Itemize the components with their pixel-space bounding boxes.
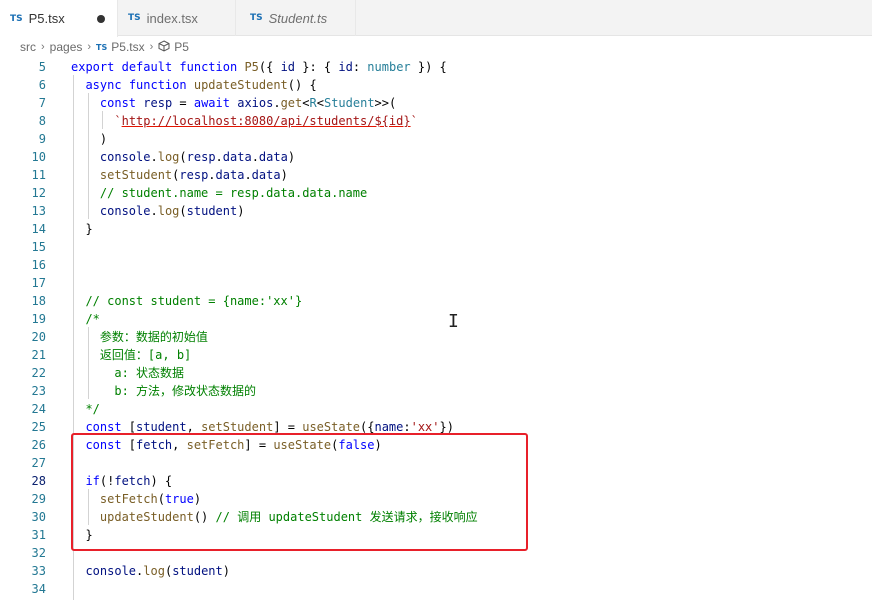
line-number: 32 [31, 546, 46, 560]
line-number: 11 [31, 168, 46, 182]
line-number: 21 [31, 348, 46, 362]
symbol-cube-icon [158, 39, 170, 55]
tab-label: P5.tsx [28, 11, 65, 26]
breadcrumb-item-src[interactable]: src [20, 40, 36, 54]
tab-label: Student.ts [268, 10, 328, 26]
line-number: 17 [31, 276, 46, 290]
line-number: 31 [31, 528, 46, 542]
code-text[interactable]: export default function P5({ id }: { id:… [71, 58, 447, 76]
code-line[interactable]: 9 ) [0, 130, 872, 148]
line-number: 9 [38, 132, 46, 146]
line-number: 10 [31, 150, 46, 164]
typescript-file-icon: TS [128, 13, 141, 23]
code-line[interactable]: 24 */ [0, 400, 872, 418]
highlight-annotation-box [71, 433, 528, 551]
chevron-right-icon: › [87, 41, 92, 53]
code-line[interactable]: 21 返回值：[a, b] [0, 346, 872, 364]
code-text[interactable]: setStudent(resp.data.data) [71, 166, 288, 184]
editor-tab-bar: TS P5.tsx TS index.tsx TS Student.ts [0, 0, 872, 37]
code-text[interactable]: async function updateStudent() { [71, 76, 316, 94]
code-line[interactable]: 11 setStudent(resp.data.data) [0, 166, 872, 184]
typescript-file-icon: TS [250, 13, 263, 23]
code-text[interactable]: b: 方法，修改状态数据的 [71, 382, 256, 400]
code-text[interactable]: } [71, 220, 92, 238]
code-line[interactable]: 18 // const student = {name:'xx'} [0, 292, 872, 310]
unsaved-dot-icon[interactable] [97, 14, 105, 23]
code-line[interactable]: 15 [0, 238, 872, 256]
tab-label: index.tsx [146, 10, 198, 26]
code-text[interactable]: // const student = {name:'xx'} [71, 292, 302, 310]
line-number: 33 [31, 564, 46, 578]
code-text[interactable]: const resp = await axios.get<R<Student>>… [71, 94, 396, 112]
code-line[interactable]: 5 export default function P5({ id }: { id… [0, 58, 872, 76]
code-line[interactable]: 14 } [0, 220, 872, 238]
breadcrumb-item-symbol[interactable]: P5 [174, 40, 189, 54]
line-number: 15 [31, 240, 46, 254]
breadcrumb-item-pages[interactable]: pages [50, 40, 83, 54]
chevron-right-icon: › [149, 41, 154, 53]
line-number: 25 [31, 420, 46, 434]
code-line[interactable]: 22 a: 状态数据 [0, 364, 872, 382]
code-line[interactable]: 19 /* [0, 310, 872, 328]
tab-student-ts[interactable]: TS Student.ts [236, 0, 356, 36]
code-text[interactable]: console.log(student) [71, 562, 230, 580]
tab-index-tsx[interactable]: TS index.tsx [118, 0, 236, 36]
breadcrumb-item-file[interactable]: P5.tsx [111, 40, 144, 54]
code-line[interactable]: 34 [0, 580, 872, 598]
code-line[interactable]: 23 b: 方法，修改状态数据的 [0, 382, 872, 400]
line-number: 5 [38, 60, 46, 74]
code-text[interactable]: 参数：数据的初始值 [71, 328, 208, 346]
line-number: 34 [31, 582, 46, 596]
line-number: 16 [31, 258, 46, 272]
line-number: 26 [31, 438, 46, 452]
line-number: 13 [31, 204, 46, 218]
code-line[interactable]: 12 // student.name = resp.data.data.name [0, 184, 872, 202]
line-number: 8 [38, 114, 46, 128]
code-text[interactable]: `http://localhost:8080/api/students/${id… [71, 112, 417, 130]
line-number: 19 [31, 312, 46, 326]
code-text[interactable]: */ [71, 400, 99, 418]
line-number: 14 [31, 222, 46, 236]
line-number: 18 [31, 294, 46, 308]
code-text[interactable]: ) [71, 130, 107, 148]
line-number: 24 [31, 402, 46, 416]
line-number: 6 [38, 78, 46, 92]
code-line[interactable]: 13 console.log(student) [0, 202, 872, 220]
tab-p5-tsx[interactable]: TS P5.tsx [0, 0, 118, 37]
breadcrumb: src › pages › TS P5.tsx › P5 [0, 37, 872, 57]
line-number: 28 [31, 474, 46, 488]
line-number: 30 [31, 510, 46, 524]
typescript-file-icon: TS [10, 13, 23, 24]
code-line[interactable]: 17 [0, 274, 872, 292]
line-number: 23 [31, 384, 46, 398]
code-line[interactable]: 7 const resp = await axios.get<R<Student… [0, 94, 872, 112]
code-line[interactable]: 8 `http://localhost:8080/api/students/${… [0, 112, 872, 130]
line-number: 22 [31, 366, 46, 380]
chevron-right-icon: › [41, 41, 45, 53]
code-text[interactable]: a: 状态数据 [71, 364, 184, 382]
line-number: 20 [31, 330, 46, 344]
code-line[interactable]: 16 [0, 256, 872, 274]
line-number: 12 [31, 186, 46, 200]
line-number: 29 [31, 492, 46, 506]
code-line[interactable]: 33 console.log(student) [0, 562, 872, 580]
text-cursor-icon: I [448, 311, 459, 332]
code-line[interactable]: 10 console.log(resp.data.data) [0, 148, 872, 166]
line-number: 7 [38, 96, 46, 110]
code-text[interactable]: /* [71, 310, 99, 328]
code-text[interactable]: // student.name = resp.data.data.name [71, 184, 367, 202]
code-line[interactable]: 20 参数：数据的初始值 [0, 328, 872, 346]
typescript-file-icon: TS [96, 42, 108, 52]
code-line[interactable]: 6 async function updateStudent() { [0, 76, 872, 94]
code-text[interactable]: 返回值：[a, b] [71, 346, 191, 364]
code-text[interactable]: console.log(resp.data.data) [71, 148, 295, 166]
line-number: 27 [31, 456, 46, 470]
code-text[interactable]: console.log(student) [71, 202, 245, 220]
